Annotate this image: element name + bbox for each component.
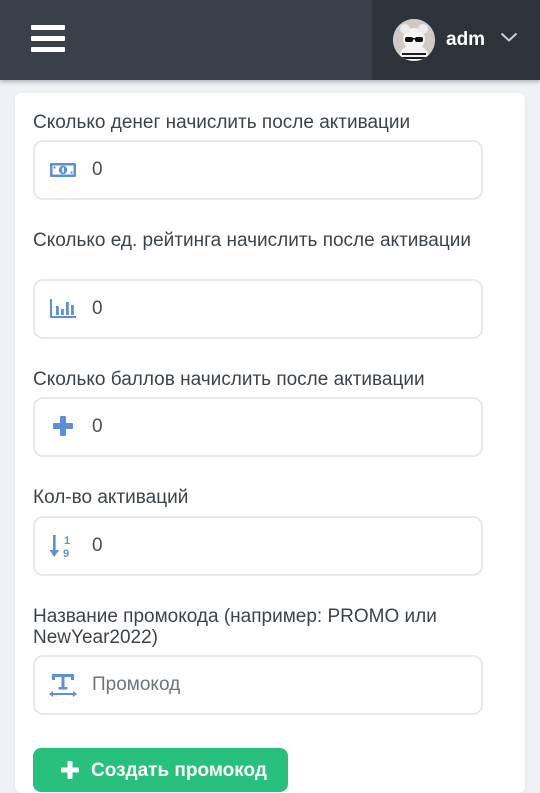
rating-field[interactable] [33, 279, 483, 339]
points-field[interactable] [33, 397, 483, 457]
svg-text:9: 9 [63, 548, 69, 559]
bar-chart-icon [50, 299, 76, 318]
rating-label: Сколько ед. рейтинга начислить после акт… [33, 230, 471, 251]
money-label: Сколько денег начислить после активации [33, 112, 411, 133]
top-navbar: adm [0, 0, 540, 80]
activations-input[interactable] [92, 535, 462, 557]
promo-name-label: Название промокода (например: PROMO или … [33, 606, 437, 648]
points-input[interactable] [92, 416, 462, 438]
activations-field[interactable]: 1 9 [33, 516, 483, 576]
user-menu[interactable]: adm [372, 0, 540, 80]
promo-name-input[interactable] [92, 674, 462, 696]
plus-icon [53, 416, 73, 436]
text-height-icon [49, 674, 77, 697]
promo-name-field[interactable] [33, 655, 483, 715]
sort-numeric-icon: 1 9 [49, 535, 70, 559]
money-input[interactable] [92, 159, 462, 181]
points-label: Сколько баллов начислить после активации [33, 369, 425, 390]
chevron-down-icon[interactable] [500, 31, 518, 43]
activations-label: Кол-во активаций [33, 487, 189, 508]
username[interactable]: adm [446, 29, 485, 51]
rating-input[interactable] [92, 298, 462, 320]
create-promo-button[interactable]: Создать промокод [33, 748, 288, 792]
create-promo-button-label: Создать промокод [91, 760, 267, 781]
avatar [393, 19, 435, 61]
plus-icon [61, 761, 79, 779]
money-field[interactable] [33, 140, 483, 200]
hamburger-menu-icon[interactable] [31, 23, 65, 55]
money-bill-icon [50, 163, 76, 177]
svg-text:1: 1 [64, 535, 70, 547]
